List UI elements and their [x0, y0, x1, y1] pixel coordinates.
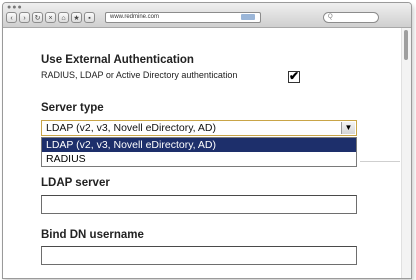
chevron-down-icon[interactable]: ▼	[341, 122, 355, 134]
auth-title: Use External Authentication	[41, 54, 194, 66]
back-icon[interactable]: ‹	[6, 12, 17, 23]
dropdown-option-radius[interactable]: RADIUS	[42, 152, 356, 166]
server-type-dropdown: LDAP (v2, v3, Novell eDirectory, AD) RAD…	[41, 137, 357, 167]
url-bar[interactable]: www.redmine.com	[105, 12, 261, 23]
check-icon: ✔	[289, 69, 300, 83]
search-input[interactable]: Q	[323, 12, 379, 23]
server-type-value: LDAP (v2, v3, Novell eDirectory, AD)	[46, 122, 216, 134]
window-controls[interactable]: ●●●	[7, 4, 23, 11]
forward-icon[interactable]: ›	[19, 12, 30, 23]
lock-icon: ▪	[84, 12, 95, 23]
nav-buttons: ‹ › ↻ × ⌂ ★ ▪	[6, 12, 95, 23]
browser-toolbar: ●●● ‹ › ↻ × ⌂ ★ ▪ www.redmine.com Q	[3, 3, 411, 28]
server-type-select[interactable]: LDAP (v2, v3, Novell eDirectory, AD) ▼	[41, 120, 357, 136]
home-icon[interactable]: ⌂	[58, 12, 69, 23]
url-action-icon[interactable]	[241, 14, 255, 20]
stop-icon[interactable]: ×	[45, 12, 56, 23]
browser-window: ●●● ‹ › ↻ × ⌂ ★ ▪ www.redmine.com Q Use …	[2, 2, 412, 279]
auth-description: RADIUS, LDAP or Active Directory authent…	[41, 70, 238, 80]
dropdown-option-ldap[interactable]: LDAP (v2, v3, Novell eDirectory, AD)	[42, 138, 356, 152]
divider	[360, 161, 400, 162]
server-type-label: Server type	[41, 102, 104, 114]
external-auth-checkbox[interactable]: ✔	[288, 69, 300, 83]
ldap-server-input[interactable]	[41, 195, 357, 214]
bind-dn-label: Bind DN username	[41, 229, 144, 241]
page-content: Use External Authentication RADIUS, LDAP…	[3, 28, 411, 278]
reload-icon[interactable]: ↻	[32, 12, 43, 23]
bookmark-icon[interactable]: ★	[71, 12, 82, 23]
scrollbar[interactable]	[401, 28, 411, 278]
scrollbar-thumb[interactable]	[404, 30, 408, 60]
ldap-server-label: LDAP server	[41, 177, 110, 189]
bind-dn-input[interactable]	[41, 246, 357, 265]
